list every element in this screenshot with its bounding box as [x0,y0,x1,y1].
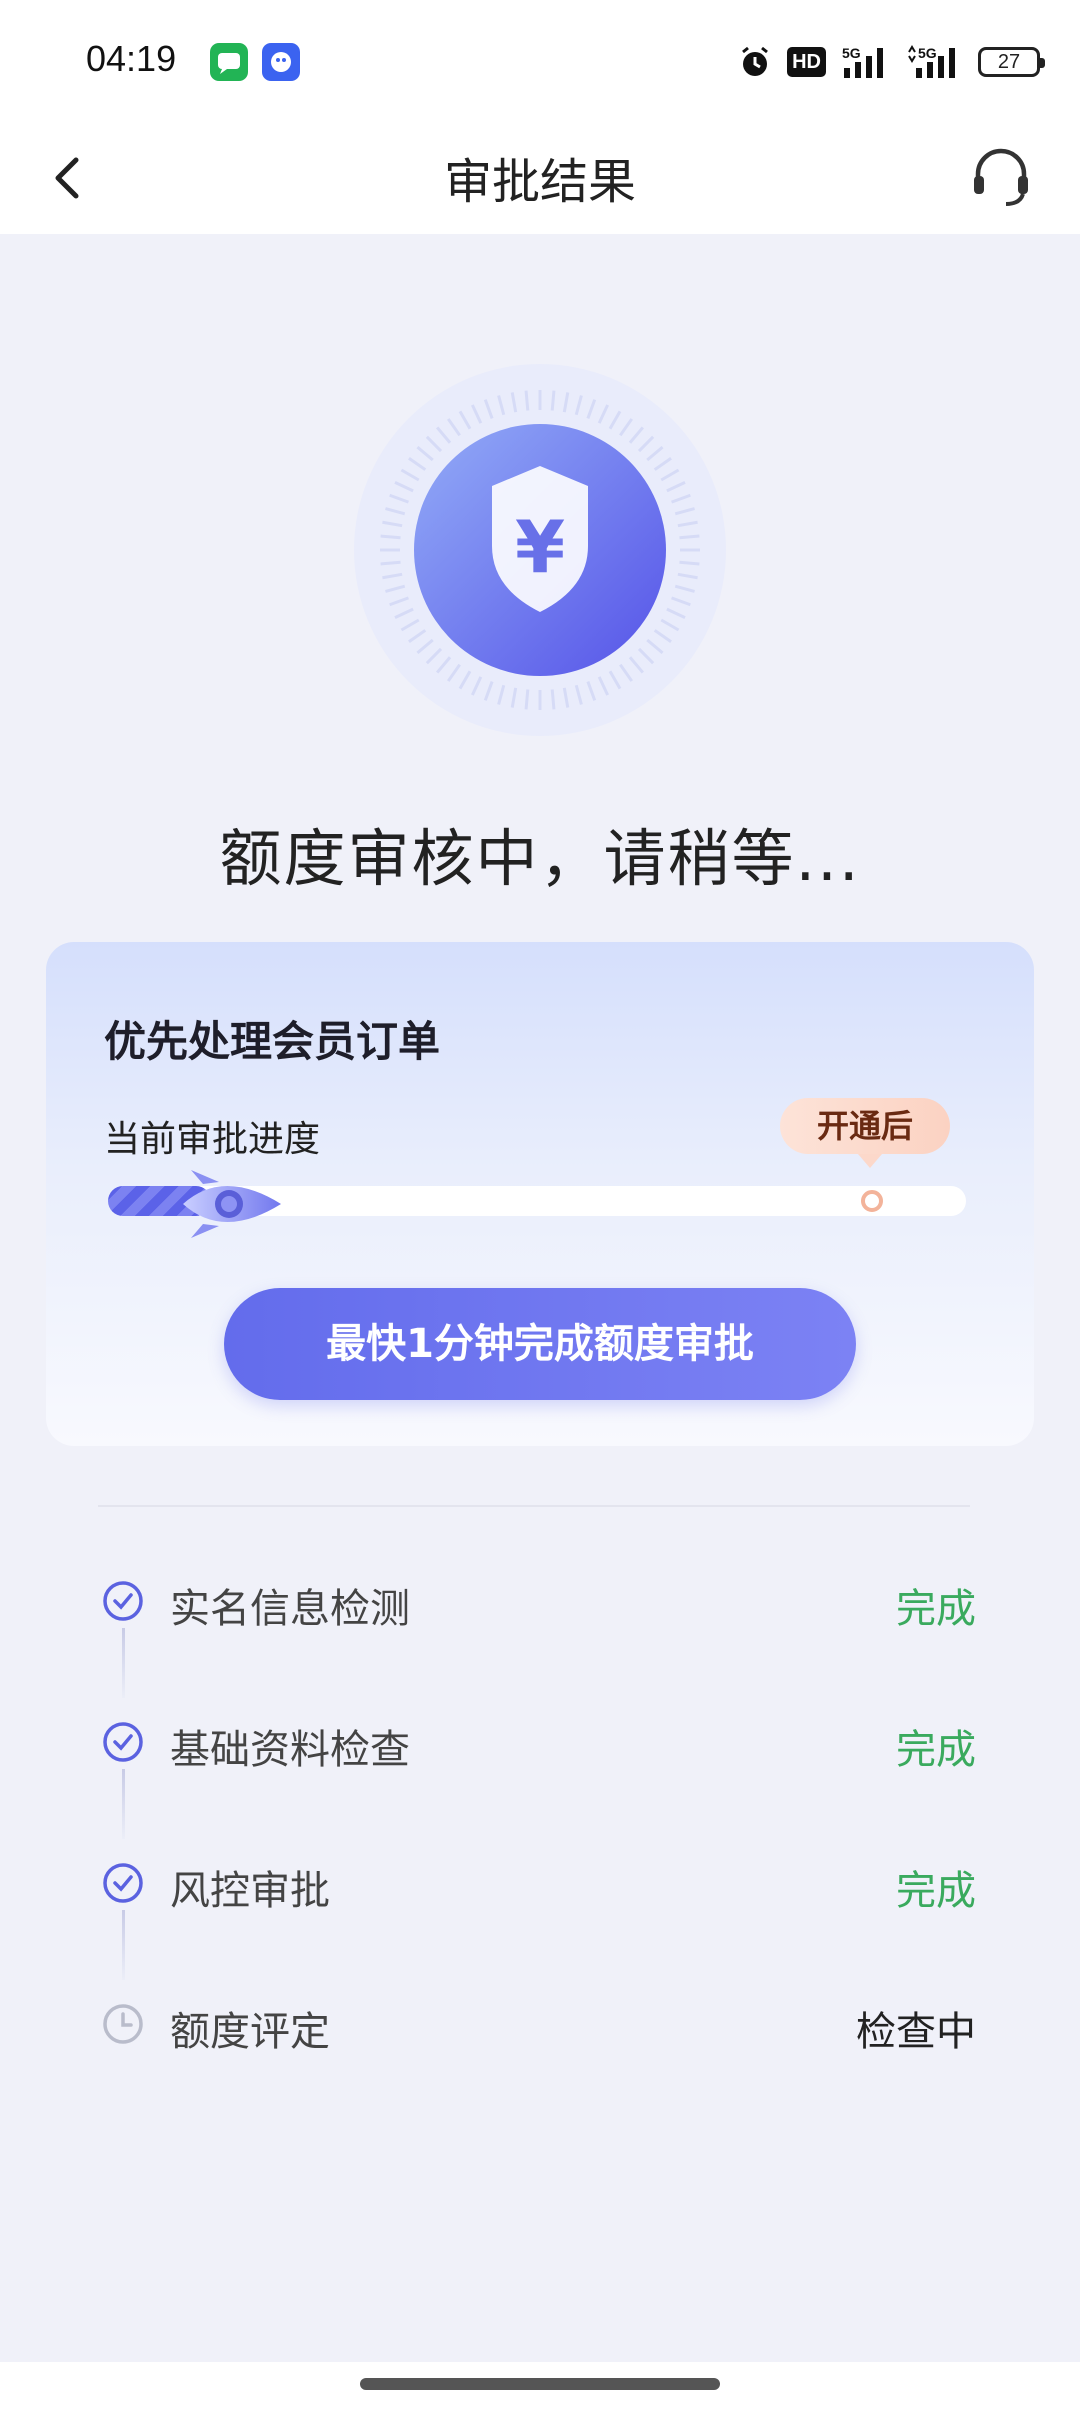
qq-icon [262,43,300,81]
hero-tick [524,390,530,411]
step-status: 完成 [896,1727,976,1773]
hero-tick [550,390,556,411]
page-title: 审批结果 [443,154,636,210]
check-circle-icon [103,1863,143,1903]
list-item: 基础资料检查 完成 [0,1697,1080,1787]
hd-icon: HD [787,47,826,77]
step-status: 检查中 [856,2009,976,2055]
home-indicator[interactable] [360,2378,720,2390]
step-label: 实名信息检测 [170,1586,410,1632]
hero-tick [380,534,401,540]
svg-text:5G: 5G [918,45,937,61]
signal-5g-icon: 5G [908,45,955,78]
rocket-icon [183,1170,281,1238]
progress-label: 当前审批进度 [104,1119,321,1160]
progress-target-dot [861,1190,883,1212]
step-connector [122,1910,125,1980]
step-label: 额度评定 [170,2009,330,2055]
check-circle-icon [103,1581,143,1621]
priority-card: 优先处理会员订单 当前审批进度 开通后 最快1分钟完成额度审批 [46,942,1034,1446]
clock-icon [103,2004,143,2044]
list-item: 风控审批 完成 [0,1838,1080,1928]
messages-icon [210,43,248,81]
check-circle-icon [103,1722,143,1762]
alarm-icon [742,46,769,76]
step-connector [122,1628,125,1698]
battery-level: 27 [997,51,1021,73]
shield-yen-icon: ¥ [354,364,726,736]
step-connector [122,1769,125,1839]
divider [98,1505,970,1507]
hd-label: HD [792,51,821,73]
step-status: 完成 [896,1586,976,1632]
review-status-title: 额度审核中，请稍等... [219,822,861,895]
step-label: 基础资料检查 [170,1727,410,1773]
hero-tick [679,534,700,540]
status-bar: 04:19 HD 5G 5G 27 [0,0,1080,120]
step-label: 风控审批 [170,1868,330,1914]
headset-icon[interactable] [966,142,1036,212]
hero-tick [550,689,556,710]
list-item: 额度评定 检查中 [0,1979,1080,2069]
step-status: 完成 [896,1868,976,1914]
svg-text:5G: 5G [842,45,861,61]
status-time: 04:19 [86,38,177,79]
status-indicators: HD 5G 5G 27 [737,42,1045,82]
hero-tick [524,689,530,710]
battery-indicator: 27 [978,47,1045,77]
nav-bar: 审批结果 [0,120,1080,234]
yen-symbol: ¥ [515,505,565,589]
speed-up-approval-button[interactable]: 最快1分钟完成额度审批 [224,1288,856,1400]
home-indicator-bar [0,2362,1080,2412]
card-title: 优先处理会员订单 [104,1017,441,1066]
signal-5g-icon: 5G [842,45,883,78]
hero-tick [380,560,401,566]
after-activation-badge: 开通后 [780,1098,950,1168]
hero-tick [679,560,700,566]
list-item: 实名信息检测 完成 [0,1556,1080,1646]
